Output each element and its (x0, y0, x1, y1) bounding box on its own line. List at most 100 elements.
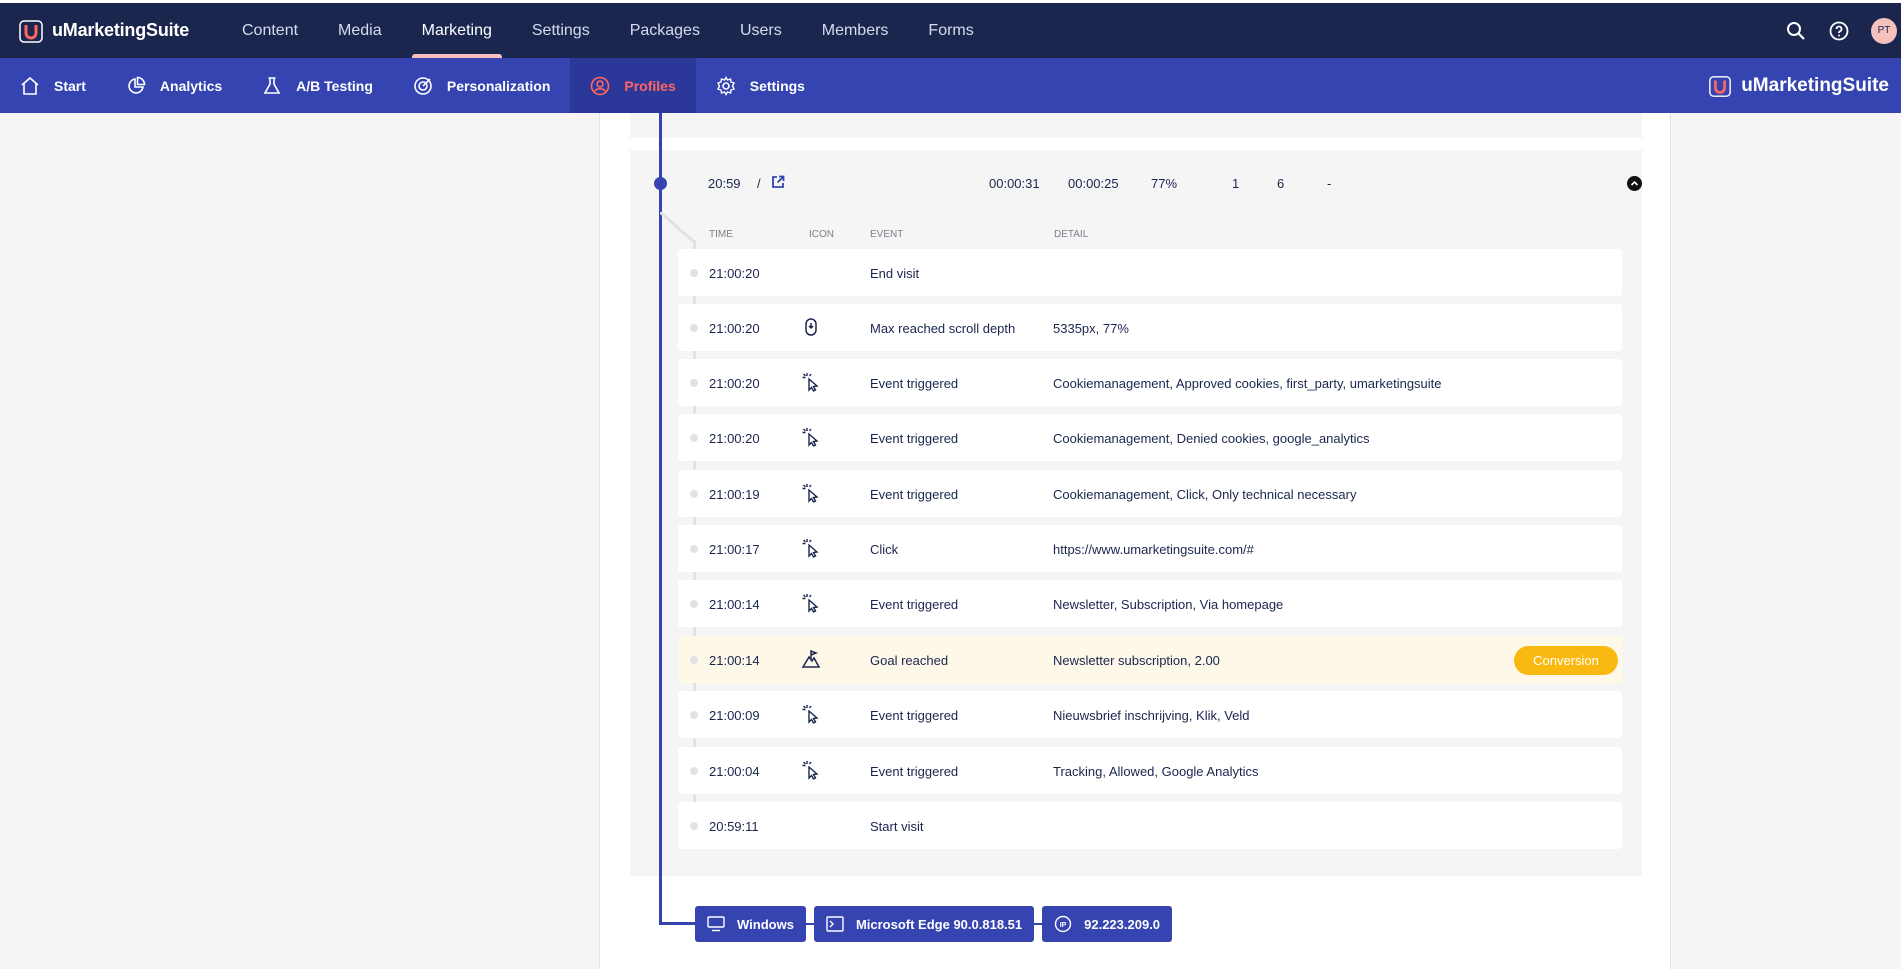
top-bar: uMarketingSuite Content Media Marketing … (0, 0, 1901, 58)
row-time: 20:59:11 (709, 819, 759, 834)
row-event: End visit (870, 266, 920, 281)
row-time: 21:00:19 (709, 487, 760, 502)
click-cursor-icon (802, 428, 819, 447)
session-event-count: 6 (1277, 176, 1285, 191)
row-dot (690, 711, 698, 719)
topnav-members[interactable]: Members (802, 3, 909, 58)
subnav-personalization[interactable]: Personalization (393, 58, 570, 113)
top-nav: Content Media Marketing Settings Package… (222, 3, 994, 58)
event-row: 20:59:11 Start visit (678, 802, 1622, 849)
topnav-users[interactable]: Users (720, 3, 802, 58)
section-brand-name: uMarketingSuite (1741, 74, 1889, 96)
collapse-session-button[interactable] (1627, 176, 1642, 191)
click-cursor-icon (802, 705, 819, 724)
pie-chart-icon (128, 76, 146, 94)
row-detail: Newsletter, Subscription, Via homepage (1053, 597, 1284, 612)
brand[interactable]: uMarketingSuite (0, 3, 222, 58)
header-icon: ICON (809, 229, 834, 240)
topnav-media[interactable]: Media (318, 3, 402, 58)
session-scroll-depth: 77% (1151, 176, 1178, 191)
help-icon[interactable] (1828, 20, 1850, 42)
conversion-badge[interactable]: Conversion (1514, 646, 1618, 675)
click-cursor-icon (802, 761, 819, 780)
section-nav: Start Analytics A/B Testing Personalizat… (0, 58, 825, 113)
row-detail: https://www.umarketingsuite.com/# (1053, 542, 1254, 557)
topnav-marketing[interactable]: Marketing (402, 3, 512, 58)
session-duration: 00:00:31 (989, 176, 1040, 191)
topnav-forms[interactable]: Forms (908, 3, 993, 58)
row-detail: Cookiemanagement, Click, Only technical … (1053, 487, 1357, 502)
subnav-analytics[interactable]: Analytics (106, 58, 242, 113)
subnav-ab-testing[interactable]: A/B Testing (242, 58, 393, 113)
search-icon[interactable] (1785, 20, 1807, 42)
row-event: Max reached scroll depth (870, 321, 1016, 336)
row-event: Event triggered (870, 487, 959, 502)
row-event: Goal reached (870, 653, 949, 668)
browser-icon (826, 916, 844, 932)
row-detail: 5335px, 77% (1053, 321, 1129, 336)
browser-chip: Microsoft Edge 90.0.818.51 (813, 906, 1035, 942)
click-cursor-icon (802, 594, 819, 613)
row-time: 21:00:09 (709, 708, 760, 723)
subnav-start-label: Start (54, 77, 86, 94)
target-icon (414, 76, 432, 95)
external-link-icon[interactable] (771, 175, 785, 192)
header-detail: DETAIL (1054, 229, 1089, 240)
gear-icon (716, 75, 735, 96)
user-avatar[interactable]: PT (1871, 17, 1897, 44)
chip-connector (1034, 923, 1043, 925)
row-detail: Tracking, Allowed, Google Analytics (1053, 764, 1259, 779)
subnav-ab-testing-label: A/B Testing (296, 77, 373, 94)
topnav-settings[interactable]: Settings (512, 3, 610, 58)
row-event: Event triggered (870, 708, 959, 723)
subnav-settings-label: Settings (749, 77, 805, 94)
monitor-icon (707, 916, 725, 932)
umarketingsuite-logo-icon (1709, 75, 1732, 97)
row-detail: Nieuwsbrief inschrijving, Klik, Veld (1053, 708, 1250, 723)
event-row: 21:00:20 Event triggered Cookiemanagemen… (678, 359, 1622, 406)
session-page-path[interactable]: / (757, 176, 761, 191)
event-row: 21:00:19 Event triggered Cookiemanagemen… (678, 470, 1622, 517)
section-nav-bar: Start Analytics A/B Testing Personalizat… (0, 58, 1901, 113)
row-dot (690, 269, 698, 277)
session-time-on-page: 00:00:25 (1068, 176, 1119, 191)
subnav-start[interactable]: Start (0, 58, 106, 113)
umarketingsuite-logo-icon (19, 19, 43, 43)
row-event: Start visit (870, 819, 924, 834)
svg-text:IP: IP (1060, 922, 1067, 929)
topnav-packages[interactable]: Packages (610, 3, 720, 58)
scroll-icon (805, 318, 817, 336)
chevron-up-icon (1630, 180, 1639, 186)
event-row: 21:00:20 Event triggered Cookiemanagemen… (678, 414, 1622, 461)
event-row: 21:00:20 Max reached scroll depth 5335px… (678, 304, 1622, 351)
event-row: 21:00:17 Click https://www.umarketingsui… (678, 525, 1622, 572)
event-row: 21:00:04 Event triggered Tracking, Allow… (678, 747, 1622, 794)
row-time: 21:00:20 (709, 266, 760, 281)
click-cursor-icon (802, 484, 819, 503)
event-row: 21:00:20 End visit (678, 249, 1622, 296)
session-start-time: 20:59 (708, 176, 741, 191)
chip-connector (805, 923, 814, 925)
event-row-goal: 21:00:14 Goal reached Newsletter subscri… (678, 636, 1622, 683)
subnav-profiles[interactable]: Profiles (570, 58, 696, 113)
click-cursor-icon (802, 539, 819, 558)
row-event: Click (870, 542, 899, 557)
click-cursor-icon (802, 373, 819, 392)
subnav-settings[interactable]: Settings (696, 58, 825, 113)
row-dot (690, 822, 698, 830)
brand-name: uMarketingSuite (52, 20, 190, 40)
topnav-content[interactable]: Content (222, 3, 318, 58)
header-time: TIME (709, 229, 733, 240)
goal-flag-icon (801, 649, 821, 668)
section-brand: uMarketingSuite (1708, 58, 1889, 113)
os-chip: Windows (695, 906, 806, 942)
timeline-branch (660, 212, 695, 242)
row-time: 21:00:20 (709, 431, 760, 446)
row-dot (690, 490, 698, 498)
previous-session-card (630, 113, 1642, 138)
browser-label: Microsoft Edge 90.0.818.51 (855, 916, 1023, 932)
row-event: Event triggered (870, 376, 959, 391)
row-detail: Newsletter subscription, 2.00 (1053, 653, 1220, 668)
flask-icon (263, 76, 281, 94)
session-summary-row[interactable]: 20:59 / 00:00:31 00:00:25 77% 1 6 - (630, 164, 1642, 202)
